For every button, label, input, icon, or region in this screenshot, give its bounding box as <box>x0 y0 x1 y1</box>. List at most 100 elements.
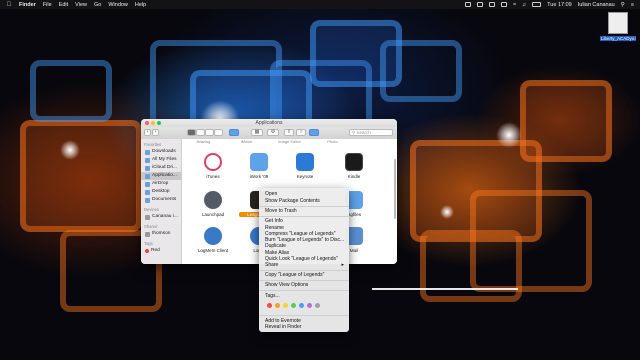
app-launchpad[interactable]: Launchpad <box>193 191 233 217</box>
search-icon[interactable]: ⚲ <box>621 2 625 8</box>
menu-item-show-view-options[interactable]: Show View Options <box>265 282 347 288</box>
menu-item-show-package-contents[interactable]: Show Package Contents <box>265 198 347 204</box>
battery-icon[interactable] <box>532 2 542 7</box>
volume-icon[interactable]: ♫ <box>522 2 526 8</box>
app-kindle[interactable]: Kindle <box>334 153 374 179</box>
apple-icon[interactable]:  <box>5 2 13 8</box>
tag-color-dot[interactable] <box>291 303 296 308</box>
documents-icon <box>145 197 150 203</box>
sidebar-item-label: Documents <box>152 197 177 202</box>
folder-icon[interactable] <box>229 129 239 136</box>
icon-view-button[interactable] <box>187 129 196 136</box>
menu-file[interactable]: File <box>43 2 52 8</box>
menu-separator <box>259 216 349 217</box>
submenu-arrow-icon: ▸ <box>341 262 344 268</box>
app-itunes[interactable]: iTunes <box>193 153 233 179</box>
app-label: Kindle <box>347 174 361 179</box>
status-icon[interactable] <box>465 2 471 7</box>
list-icon[interactable]: ≡ <box>631 2 634 8</box>
menu-edit[interactable]: Edit <box>59 2 68 8</box>
tag-icon[interactable]: ○ <box>296 129 306 136</box>
menu-item-share[interactable]: Share ▸ <box>265 262 347 268</box>
status-icon[interactable] <box>477 2 483 7</box>
wifi-icon[interactable]: ≈ <box>513 2 516 8</box>
sidebar-heading-tags: Tags <box>144 241 153 246</box>
sidebar-item-applications[interactable]: Applicatio... <box>141 172 181 180</box>
app-label: iWork '09 <box>249 174 269 179</box>
menu-item-duplicate[interactable]: Duplicate <box>265 243 347 249</box>
desktop-file[interactable]: Liberty_ACADyo.la <box>600 12 636 41</box>
sidebar-item-device[interactable]: Cananau i... <box>141 213 181 221</box>
sidebar-item-label: Desktop <box>152 189 170 194</box>
clock[interactable]: Tue 17:09 <box>547 2 572 8</box>
share-icon[interactable]: ⇧ <box>284 129 294 136</box>
menu-help[interactable]: Help <box>135 2 146 8</box>
sidebar-item-downloads[interactable]: Downloads <box>141 148 181 156</box>
sidebar-item-label: AirDrop <box>152 181 169 186</box>
desktop-file-label: Liberty_ACADyo.la <box>600 36 636 41</box>
minimize-button[interactable] <box>151 121 155 125</box>
menu-item-move-to-trash[interactable]: Move to Trash <box>265 208 347 214</box>
kindle-icon <box>345 153 363 171</box>
app-logmein-client[interactable]: LogMeIn Client <box>193 227 233 253</box>
menu-view[interactable]: View <box>75 2 87 8</box>
file-thumbnail <box>608 12 628 34</box>
tag-color-dot[interactable] <box>267 303 272 308</box>
dropbox-icon[interactable] <box>309 129 319 136</box>
tag-color-dot[interactable] <box>275 303 280 308</box>
app-keynote[interactable]: Keynote <box>285 153 325 179</box>
menu-item-get-info[interactable]: Get Info <box>265 218 347 224</box>
list-view-button[interactable] <box>196 129 205 136</box>
menu-go[interactable]: Go <box>94 2 101 8</box>
tag-color-dot[interactable] <box>299 303 304 308</box>
zoom-button[interactable] <box>157 121 161 125</box>
sidebar-item-label: Applicatio... <box>152 173 177 178</box>
arrange-button[interactable]: ▦ <box>251 129 263 136</box>
partial-row: iMazing iMovie Image Editor Photo <box>182 139 397 145</box>
tag-color-dot[interactable] <box>283 303 288 308</box>
sidebar-item-airdrop[interactable]: AirDrop <box>141 180 181 188</box>
status-icon[interactable] <box>489 2 495 7</box>
partial-label: iMazing <box>196 139 211 144</box>
desktop-light-line <box>372 288 518 290</box>
menu-window[interactable]: Window <box>108 2 128 8</box>
cloud-icon <box>145 165 150 171</box>
window-title: Applications <box>255 120 283 126</box>
menu-item-reveal-in-finder[interactable]: Reveal in Finder <box>265 324 347 330</box>
menu-item-copy[interactable]: Copy "League of Legends" <box>265 272 347 278</box>
menu-app-name[interactable]: Finder <box>19 2 36 8</box>
sidebar-item-icloud[interactable]: iCloud Dri... <box>141 164 181 172</box>
rocket-icon <box>204 191 222 209</box>
tag-color-dot[interactable] <box>315 303 320 308</box>
menu-bar:  Finder File Edit View Go Window Help ≈… <box>0 0 640 9</box>
desktop-icon <box>145 189 150 195</box>
status-icon[interactable] <box>501 2 507 7</box>
app-label: iTunes <box>206 174 220 179</box>
close-button[interactable] <box>145 121 149 125</box>
partial-label: iMovie <box>240 139 253 144</box>
back-button[interactable]: ‹ <box>144 129 151 136</box>
menu-item-tags[interactable]: Tags... <box>265 293 347 299</box>
forward-button[interactable]: › <box>152 129 159 136</box>
sidebar-item-label: Downloads <box>152 149 176 154</box>
search-field[interactable]: ⚲ Search <box>349 129 393 136</box>
search-placeholder: Search <box>356 130 371 135</box>
sidebar-item-all-files[interactable]: All My Files <box>141 156 181 164</box>
scrollbar[interactable] <box>394 159 396 219</box>
user-name[interactable]: Iulian Cananau <box>578 2 615 8</box>
sidebar-item-label: thomson <box>152 231 171 236</box>
menu-item-open[interactable]: Open <box>265 191 347 197</box>
tag-color-dot[interactable] <box>307 303 312 308</box>
column-view-button[interactable] <box>205 129 214 136</box>
sidebar-item-shared[interactable]: thomson <box>141 230 181 238</box>
app-iwork[interactable]: iWork '09 <box>239 153 279 179</box>
all-files-icon <box>145 157 150 163</box>
sidebar-item-documents[interactable]: Documents <box>141 196 181 204</box>
menu-separator <box>259 206 349 207</box>
gear-icon[interactable]: ⚙ <box>267 129 279 136</box>
applications-icon <box>145 173 150 179</box>
cover-flow-button[interactable] <box>214 129 223 136</box>
sidebar-item-tag-red[interactable]: Red <box>141 247 181 255</box>
sidebar-heading-devices: Devices <box>144 207 159 212</box>
sidebar-item-desktop[interactable]: Desktop <box>141 188 181 196</box>
